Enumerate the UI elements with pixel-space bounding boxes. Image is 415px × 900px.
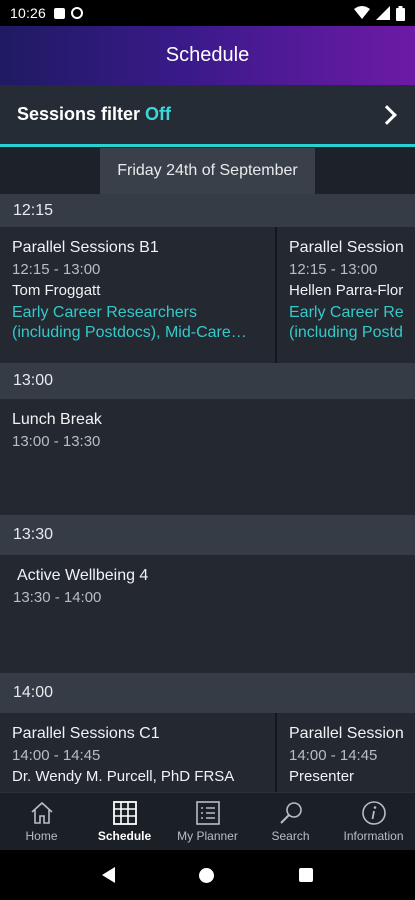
nav-label: Information	[343, 829, 404, 843]
nav-schedule[interactable]: Schedule	[85, 800, 165, 843]
sync-icon	[71, 7, 84, 19]
session-card[interactable]: Parallel Sessions 14:00 - 14:45 Presente…	[277, 713, 415, 792]
status-notification-icons	[54, 7, 84, 19]
schedule-list[interactable]: 12:15 Parallel Sessions B1 12:15 - 13:00…	[0, 194, 415, 792]
session-time: 14:00 - 14:45	[12, 747, 101, 764]
nav-label: Home	[25, 829, 58, 843]
nav-label: Schedule	[97, 829, 152, 843]
nav-information[interactable]: Information	[334, 800, 414, 843]
session-card[interactable]: Parallel Sessions 12:15 - 13:00 Hellen P…	[277, 227, 415, 363]
nav-search[interactable]: Search	[251, 800, 331, 843]
schedule-grid-icon	[112, 801, 137, 825]
session-row: Parallel Sessions B1 12:15 - 13:00 Tom F…	[0, 227, 415, 363]
session-card[interactable]: Lunch Break 13:00 - 13:30	[0, 399, 415, 515]
session-card[interactable]: Active Wellbeing 4 13:30 - 14:00	[0, 555, 415, 673]
session-time: 13:30 - 14:00	[13, 589, 102, 606]
status-time: 10:26	[10, 5, 47, 21]
session-card[interactable]: Parallel Sessions B1 12:15 - 13:00 Tom F…	[0, 227, 277, 363]
home-circle-icon[interactable]	[199, 867, 215, 883]
session-row: Active Wellbeing 4 13:30 - 14:00	[0, 555, 415, 673]
search-icon	[279, 802, 302, 824]
bottom-navigation: Home Schedule My Planner Search Informat…	[0, 792, 415, 850]
notification-icon	[54, 7, 66, 19]
recents-icon[interactable]	[298, 868, 313, 882]
session-track-cont: (including Postdocs), Mid-Care…	[12, 324, 247, 341]
planner-list-icon	[195, 801, 220, 825]
session-row: Parallel Sessions C1 14:00 - 14:45 Dr. W…	[0, 713, 415, 792]
info-icon	[361, 801, 386, 825]
session-time: 12:15 - 13:00	[289, 261, 378, 278]
system-navigation-bar	[0, 850, 415, 900]
session-card[interactable]: Parallel Sessions C1 14:00 - 14:45 Dr. W…	[0, 713, 277, 792]
sessions-filter-label: Sessions filter	[17, 104, 141, 124]
home-icon	[30, 801, 53, 824]
session-speaker: Tom Froggatt	[12, 282, 101, 299]
time-header: 13:30	[0, 515, 415, 555]
session-track: Early Career Resea	[289, 304, 403, 321]
sessions-filter-value: Off	[145, 104, 172, 124]
session-title: Parallel Sessions	[289, 725, 403, 742]
time-header: 12:15	[0, 194, 415, 227]
time-header: 14:00	[0, 673, 415, 713]
page-title: Schedule	[165, 44, 250, 66]
nav-label: My Planner	[177, 829, 238, 843]
session-title: Active Wellbeing 4	[17, 567, 149, 584]
session-track-cont: (including Postdoc	[289, 324, 403, 341]
app-header: Schedule	[0, 26, 415, 85]
date-selector[interactable]: Friday 24th of September	[100, 148, 315, 194]
back-icon[interactable]	[102, 867, 116, 883]
signal-icon	[376, 6, 390, 20]
session-speaker: Dr. Wendy M. Purcell, PhD FRSA	[12, 768, 235, 785]
session-title: Parallel Sessions B1	[12, 239, 159, 256]
session-speaker: Hellen Parra-Flor	[289, 282, 403, 299]
sessions-filter-bar[interactable]: Sessions filter Off	[0, 85, 415, 147]
nav-home[interactable]: Home	[2, 800, 82, 843]
session-track: Early Career Researchers	[12, 304, 197, 321]
nav-label: Search	[271, 829, 310, 843]
status-bar: 10:26	[0, 0, 415, 26]
session-time: 14:00 - 14:45	[289, 747, 378, 764]
session-title: Parallel Sessions	[289, 239, 403, 256]
battery-icon	[396, 5, 405, 21]
nav-my-planner[interactable]: My Planner	[168, 800, 248, 843]
status-system-icons	[354, 5, 405, 21]
time-header: 13:00	[0, 363, 415, 399]
chevron-right-icon	[377, 104, 397, 125]
session-title: Lunch Break	[12, 411, 102, 428]
session-time: 13:00 - 13:30	[12, 433, 101, 450]
session-row: Lunch Break 13:00 - 13:30	[0, 399, 415, 515]
session-title: Parallel Sessions C1	[12, 725, 160, 742]
wifi-icon	[354, 6, 370, 19]
session-time: 12:15 - 13:00	[12, 261, 101, 278]
session-speaker: Presenter	[289, 768, 355, 785]
